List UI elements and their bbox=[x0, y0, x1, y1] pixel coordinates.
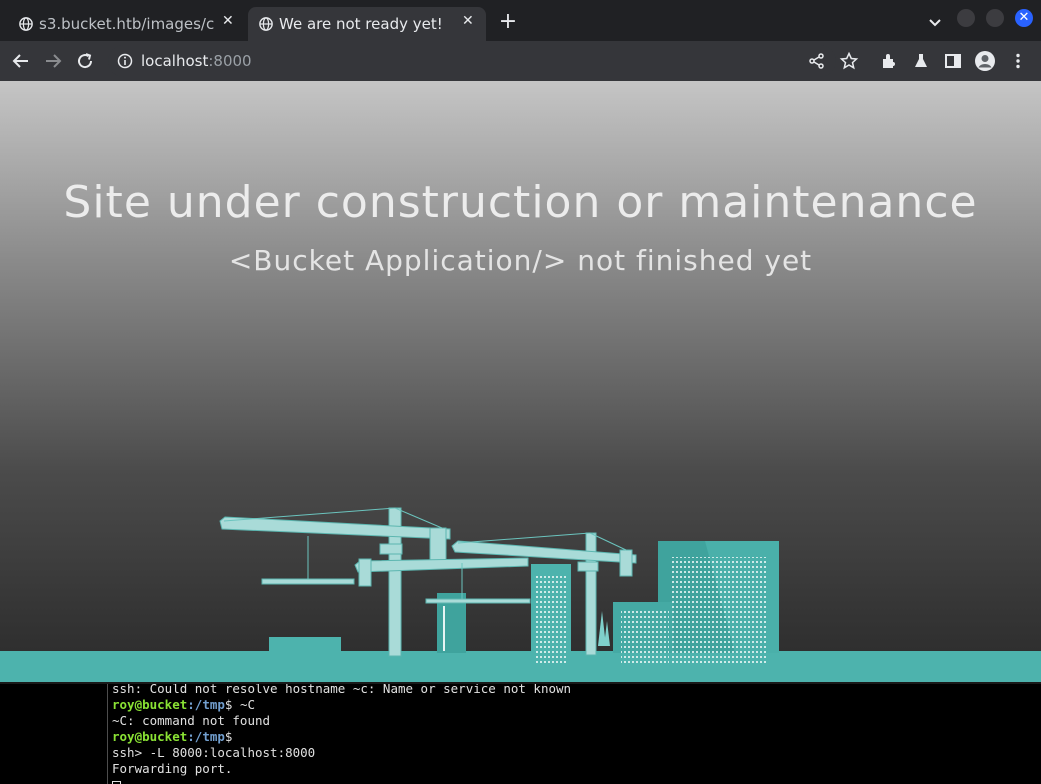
tab-title: We are not ready yet! bbox=[279, 15, 443, 33]
prompt-path: :/tmp bbox=[187, 697, 225, 712]
tab-title: s3.bucket.htb/images/cmd bbox=[39, 15, 214, 33]
spires bbox=[598, 611, 610, 646]
terminal-prompt-line: roy@bucket:/tmp$ ~C bbox=[112, 697, 571, 713]
terminal-output: ssh: Could not resolve hostname ~c: Name… bbox=[112, 682, 572, 784]
terminal-line: ssh> -L 8000:localhost:8000 bbox=[112, 745, 316, 760]
toolbar: localhost:8000 bbox=[0, 41, 1041, 81]
terminal-line: ~C: command not found bbox=[112, 713, 271, 728]
terminal-line: Forwarding port. bbox=[112, 761, 233, 776]
minimize-button[interactable] bbox=[957, 9, 975, 27]
profile-icon[interactable] bbox=[974, 50, 996, 72]
share-icon[interactable] bbox=[807, 51, 827, 71]
prompt-path: :/tmp bbox=[187, 729, 225, 744]
back-arrow-icon[interactable] bbox=[11, 51, 31, 71]
lab-flask-icon[interactable] bbox=[911, 51, 931, 71]
side-panel-icon[interactable] bbox=[943, 51, 963, 71]
url-port: :8000 bbox=[208, 52, 252, 70]
chevron-down-icon[interactable] bbox=[925, 12, 945, 32]
reload-icon[interactable] bbox=[75, 51, 95, 71]
prompt-command: $ ~C bbox=[224, 697, 256, 712]
terminal-panel[interactable]: ssh: Could not resolve hostname ~c: Name… bbox=[0, 682, 1041, 784]
prompt-user: roy@bucket bbox=[112, 697, 188, 712]
low-block bbox=[269, 637, 341, 653]
new-tab-button[interactable]: + bbox=[496, 10, 520, 34]
window-close-button[interactable]: ✕ bbox=[1015, 9, 1033, 27]
construction-illustration bbox=[0, 507, 1041, 682]
globe-icon bbox=[259, 17, 273, 31]
page-viewport: Site under construction or maintenance <… bbox=[0, 81, 1041, 682]
ground-bar bbox=[0, 651, 1041, 682]
close-icon[interactable]: ✕ bbox=[222, 13, 234, 29]
tab-s3-bucket[interactable]: s3.bucket.htb/images/cmd ✕ bbox=[8, 7, 245, 41]
terminal-prompt-line: roy@bucket:/tmp$ bbox=[112, 729, 571, 745]
extensions-icon[interactable] bbox=[879, 51, 899, 71]
prompt-user: roy@bucket bbox=[112, 729, 188, 744]
menu-kebab-icon[interactable] bbox=[1008, 51, 1028, 71]
star-icon[interactable] bbox=[839, 51, 859, 71]
terminal-cursor-line bbox=[112, 777, 571, 784]
prompt-command: $ bbox=[224, 729, 233, 744]
info-icon[interactable] bbox=[117, 53, 133, 69]
crane-left bbox=[219, 507, 451, 657]
terminal-divider bbox=[107, 684, 108, 784]
terminal-line: ssh: Could not resolve hostname ~c: Name… bbox=[112, 682, 572, 696]
url-text[interactable]: localhost:8000 bbox=[141, 52, 252, 70]
tab-active[interactable]: We are not ready yet! ✕ bbox=[248, 7, 486, 41]
close-icon[interactable]: ✕ bbox=[462, 13, 474, 29]
globe-icon bbox=[19, 17, 33, 31]
forward-arrow-icon[interactable] bbox=[43, 51, 63, 71]
url-host: localhost bbox=[141, 52, 209, 70]
maximize-button[interactable] bbox=[986, 9, 1004, 27]
tab-strip: s3.bucket.htb/images/cmd ✕ We are not re… bbox=[0, 0, 1041, 41]
